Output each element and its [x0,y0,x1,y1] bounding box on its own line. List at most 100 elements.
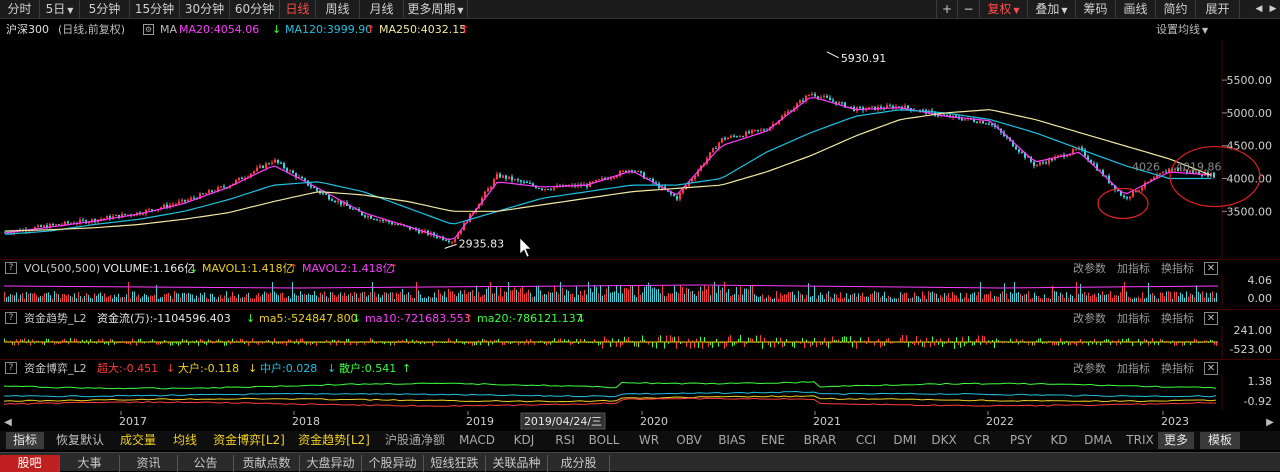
template-button[interactable]: 模板 [1200,432,1240,449]
volume-bar [922,291,923,302]
indicator-CCI[interactable]: CCI [850,432,882,449]
indicator-指标[interactable]: 指标 [6,432,44,449]
volume-bar [382,295,383,302]
period-6[interactable]: 日线 [280,0,316,19]
indicator-CR[interactable]: CR [968,432,996,449]
volume-bar [72,296,73,302]
toolbar-item-2[interactable]: 筹码 [1076,0,1116,19]
toolbar-item-0[interactable]: 复权 ▼ [980,0,1028,19]
fund-game-edit-params[interactable]: 改参数 [1073,360,1106,377]
fund-trend-switch-indicator[interactable]: 换指标 [1161,310,1194,327]
period-2[interactable]: 5分钟 [80,0,130,19]
fund-trend-help-icon[interactable]: ? [5,312,17,324]
nav-left-icon[interactable]: ◀ [1252,0,1266,19]
mid-holder-arrow-icon: ↓ [327,362,337,375]
indicator-BIAS[interactable]: BIAS [713,432,751,449]
fund-game-close-icon[interactable]: ✕ [1204,362,1218,375]
tab-个股异动[interactable]: 个股异动 [362,455,424,472]
fund-flow-bar [240,338,241,342]
tab-大盘异动[interactable]: 大盘异动 [300,455,362,472]
fund-flow-bar [634,342,635,347]
time-axis[interactable]: 2017 2018 2019 2020 2021 2022 2023 2019/04/24/三… [0,411,1280,431]
tab-成分股[interactable]: 成分股 [548,455,610,472]
indicator-OBV[interactable]: OBV [672,432,706,449]
tab-短线狂跌[interactable]: 短线狂跌 [424,455,486,472]
tab-股吧[interactable]: 股吧 [0,455,60,472]
indicator-DMI[interactable]: DMI [889,432,921,449]
indicator-资金博弈[L2][interactable]: 资金博弈[L2] [210,432,288,449]
indicator-RSI[interactable]: RSI [548,432,582,449]
zoom-in-button[interactable]: + [936,0,958,19]
period-8[interactable]: 月线 [360,0,404,19]
indicator-PSY[interactable]: PSY [1004,432,1038,449]
volume-close-icon[interactable]: ✕ [1204,262,1218,275]
ma20-arrow-icon: ↓ [272,23,282,36]
indicator-资金趋势[L2][interactable]: 资金趋势[L2] [295,432,373,449]
volume-bar [572,293,573,302]
indicator-ENE[interactable]: ENE [756,432,790,449]
volume-bar [926,298,927,302]
fund-game-help-icon[interactable]: ? [5,362,17,374]
nav-right-icon[interactable]: ▶ [1266,0,1280,19]
indicator-KDJ[interactable]: KDJ [506,432,542,449]
volume-add-indicator[interactable]: 加指标 [1117,260,1150,277]
candle-body [631,170,633,172]
indicator-TRIX[interactable]: TRIX [1122,432,1158,449]
fund-trend-edit-params[interactable]: 改参数 [1073,310,1106,327]
toolbar-item-3[interactable]: 画线 [1116,0,1156,19]
candle-body [277,159,279,163]
fund-flow-bar [702,342,703,349]
volume-bar [292,282,293,302]
toolbar-item-4[interactable]: 简约 [1156,0,1196,19]
indicator-成交量[interactable]: 成交量 [115,432,161,449]
indicator-MACD[interactable]: MACD [455,432,499,449]
indicator-KD[interactable]: KD [1045,432,1073,449]
period-3[interactable]: 15分钟 [130,0,180,19]
ma-settings-link[interactable]: 设置均线 ▼ [1156,20,1208,41]
volume-help-icon[interactable]: ? [5,262,17,274]
volume-bar [740,286,741,302]
period-0[interactable]: 分时 [0,0,40,19]
indicator-BOLL[interactable]: BOLL [586,432,622,449]
indicator-DMA[interactable]: DMA [1080,432,1116,449]
indicator-均线[interactable]: 均线 [168,432,202,449]
period-7[interactable]: 周线 [316,0,360,19]
volume-bar [36,295,37,302]
volume-bar [314,291,315,302]
tab-关联品种[interactable]: 关联品种 [486,455,548,472]
tab-贡献点数[interactable]: 贡献点数 [234,455,300,472]
volume-bar [872,293,873,302]
fund-trend-add-indicator[interactable]: 加指标 [1117,310,1150,327]
indicator-DKX[interactable]: DKX [927,432,961,449]
period-9[interactable]: 更多周期 ▼ [404,0,468,19]
indicator-WR[interactable]: WR [633,432,665,449]
period-4[interactable]: 30分钟 [180,0,230,19]
volume-bar [1166,291,1167,302]
volume-edit-params[interactable]: 改参数 [1073,260,1106,277]
candle-body [982,121,984,124]
tab-大事[interactable]: 大事 [60,455,120,472]
fund-flow-bar [802,337,803,342]
volume-bar [132,291,133,302]
toolbar-item-1[interactable]: 叠加 ▼ [1028,0,1076,19]
fund-game-add-indicator[interactable]: 加指标 [1117,360,1150,377]
volume-switch-indicator[interactable]: 换指标 [1161,260,1194,277]
tab-公告[interactable]: 公告 [178,455,234,472]
fund-game-switch-indicator[interactable]: 换指标 [1161,360,1194,377]
indicator-恢复默认[interactable]: 恢复默认 [50,432,110,449]
indicator-沪股通净额[interactable]: 沪股通净额 [380,432,450,449]
volume-bar [854,293,855,302]
volume-bar [150,295,151,302]
more-indicators-button[interactable]: 更多 [1158,432,1194,449]
index-title[interactable]: 沪深300 [6,20,49,40]
fund-trend-close-icon[interactable]: ✕ [1204,312,1218,325]
period-5[interactable]: 60分钟 [230,0,280,19]
indicator-BRAR[interactable]: BRAR [800,432,840,449]
zoom-out-button[interactable]: − [958,0,980,19]
period-1[interactable]: 5日 ▼ [40,0,80,19]
toolbar-item-5[interactable]: 展开 [1196,0,1240,19]
settings-gear-icon[interactable]: ⚙ [143,24,154,35]
tab-资讯[interactable]: 资讯 [120,455,178,472]
price-chart[interactable]: 3500.00 4000.00 4500.00 5000.00 5500.00 5930.… [0,40,1280,258]
volume-bar [1092,295,1093,302]
